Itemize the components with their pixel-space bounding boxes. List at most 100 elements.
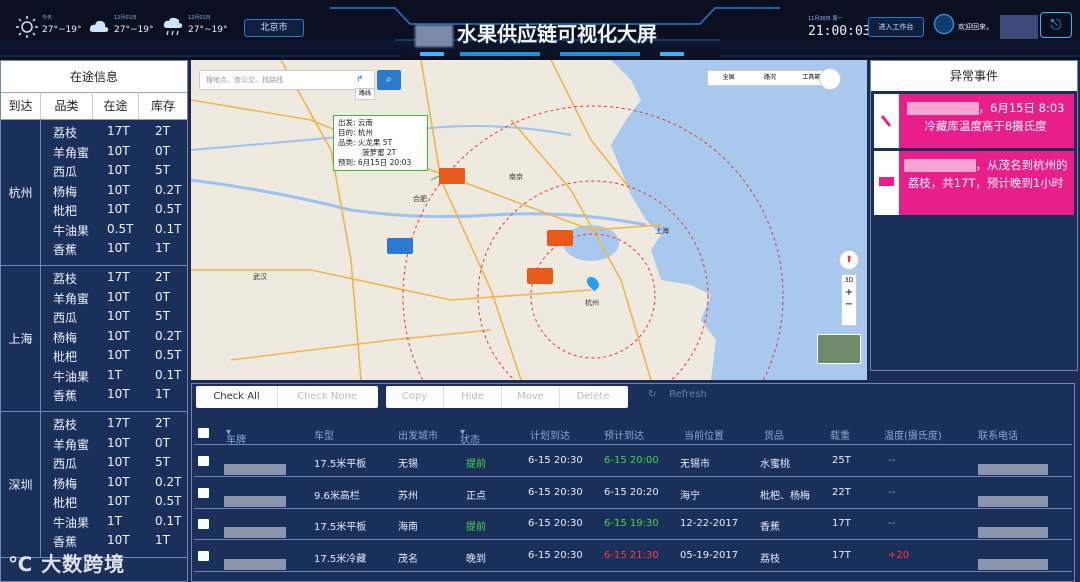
truck-icon[interactable] [527, 268, 553, 284]
row-checkbox[interactable] [198, 519, 209, 529]
map-search-box[interactable]: 搜地点、查公交、找路线 ↱ [199, 70, 375, 90]
transit-stock: 0.1T [155, 367, 182, 382]
check-all-button[interactable]: Check All [196, 386, 278, 408]
zoom-in-button[interactable]: + [842, 287, 856, 299]
transit-transit: 10T [107, 494, 130, 508]
watermark: ℃ 大数跨境 [8, 548, 125, 577]
transit-transit: 10T [107, 435, 130, 450]
transit-stock: 0.2T [155, 328, 182, 343]
transit-row: 西瓜 10T 5T [43, 309, 187, 329]
transit-cat: 香蕉 [53, 389, 78, 403]
transit-cat: 杨梅 [53, 184, 78, 199]
transit-transit: 10T [107, 474, 130, 489]
truck-icon[interactable] [439, 168, 465, 184]
transit-stock: 1T [155, 387, 170, 401]
map-label-shanghai: 上海 [655, 227, 669, 235]
hide-button[interactable]: Hide [444, 386, 502, 408]
transit-stock: 0.5T [155, 494, 182, 508]
th-plate[interactable]: 车牌 ▾ [226, 427, 246, 446]
vehicle-table-panel: Check All Check None Copy Hide Move Dele… [191, 383, 1075, 582]
map-user-icon[interactable] [819, 68, 841, 90]
table-row[interactable]: 9.6米高栏 苏州 正点 6-15 20:30 6-15 20:20 海宁 枇杷、杨梅 22T… [194, 478, 1072, 509]
transit-transit: 10T [107, 202, 130, 216]
directions-icon[interactable]: ↱ [356, 75, 364, 85]
refresh-button[interactable]: ↻ Refresh [648, 389, 707, 400]
transit-stock: 0.1T [155, 221, 182, 236]
move-button[interactable]: Move [502, 386, 560, 408]
alert-text: ，从茂名到杭州的荔枝，共17T，预计晚到1小时 [901, 156, 1070, 192]
transit-transit: 10T [107, 163, 130, 177]
transit-row: 枇杷 10T 0.5T [43, 348, 187, 368]
transit-row: 牛油果 1T 0.1T [43, 368, 187, 388]
transit-transit: 10T [107, 387, 130, 401]
popup-to: 目的: 杭州 [338, 128, 373, 137]
map-search-button[interactable]: ⌕ [377, 70, 401, 90]
cell-from: 苏州 [398, 490, 418, 502]
transit-transit: 10T [107, 241, 130, 255]
username-redaction [1000, 15, 1038, 39]
popup-from: 出发: 云南 [338, 118, 373, 127]
cell-pos: 05-19-2017 [680, 549, 739, 561]
refresh-label: Refresh [669, 389, 707, 400]
transit-row: 西瓜 10T 5T [43, 455, 187, 475]
transit-stock: 0.5T [155, 202, 182, 216]
table-row[interactable]: 17.5米平板 无锡 提前 6-15 20:30 6-15 20:00 无锡市 水蜜桃 25T… [194, 446, 1072, 477]
row-checkbox[interactable] [198, 487, 209, 498]
transit-row: 杨梅 10T 0.2T [43, 475, 187, 495]
user-avatar-icon[interactable] [934, 14, 954, 34]
map-view[interactable]: 搜地点、查公交、找路线 ↱ ⌕ 路线 全国 路况 工具箱 出发: 云南 目的: … [191, 60, 867, 380]
popup-goods: 品类: 火龙果 5T [338, 138, 393, 147]
transit-group: 杭州 荔枝 17T 2T 羊角蜜 10T 0T 西瓜 10T 5T 杨梅 10T 0.2T 枇杷 10T 0.… [1, 120, 187, 266]
group-city: 深圳 [1, 412, 41, 557]
map-3d-button[interactable]: 3D [842, 275, 856, 287]
cell-type: 17.5米平板 [314, 522, 367, 533]
th-goods: 货品 [764, 431, 784, 442]
weather-temp: 27°~19° [114, 25, 154, 35]
transit-stock: 5T [155, 163, 170, 177]
check-none-button[interactable]: Check None [278, 386, 376, 408]
alert-item[interactable]: ，6月15日 8:03 冷藏库温度高于8摄氏度 [874, 94, 1074, 148]
th-load: 载重 [830, 431, 850, 442]
select-all-checkbox[interactable] [198, 428, 209, 438]
truck-icon[interactable] [387, 238, 413, 254]
compass-icon[interactable]: ⬆ [839, 250, 859, 270]
zoom-out-button[interactable]: − [842, 299, 856, 311]
th-status[interactable]: 状态 ▾ [460, 427, 480, 446]
transit-cat: 香蕉 [53, 243, 78, 257]
transit-cat: 牛油果 [53, 223, 90, 238]
thermometer-icon [874, 94, 899, 148]
page-title: 水果供应链可视化大屏 [415, 18, 715, 47]
transit-cat: 西瓜 [53, 165, 78, 179]
truck-icon[interactable] [547, 230, 573, 246]
transit-cat: 西瓜 [53, 457, 78, 471]
th-plan: 计划到达 [530, 431, 570, 442]
city-selector[interactable]: 北京市 [244, 19, 304, 37]
group-city: 杭州 [1, 120, 41, 265]
transit-row: 杨梅 10T 0.2T [43, 329, 187, 349]
logout-icon[interactable]: ⎋ [1040, 12, 1072, 38]
transit-cat: 羊角蜜 [53, 145, 90, 160]
transit-transit: 10T [107, 455, 130, 469]
rain-icon [163, 17, 183, 36]
transit-stock: 2T [155, 270, 170, 284]
cell-plan: 6-15 20:30 [528, 455, 583, 466]
map-tool-traffic[interactable]: 路况 [749, 71, 790, 85]
alert-item[interactable]: ，从茂名到杭州的荔枝，共17T，预计晚到1小时 [874, 151, 1074, 215]
map-search-input[interactable]: 搜地点、查公交、找路线 [206, 75, 283, 85]
row-checkbox[interactable] [198, 456, 209, 466]
transit-transit: 1T [107, 367, 122, 382]
weather-date: 12月01日 [114, 15, 137, 21]
table-row[interactable]: 17.5米平板 海南 提前 6-15 20:30 6-15 19:30 12-22-201… [194, 509, 1072, 540]
table-row[interactable]: 17.5米冷藏 茂名 晚到 6-15 20:30 6-15 21:30 05-19-201… [194, 541, 1072, 572]
workbench-button[interactable]: 进入工作台 [868, 17, 924, 37]
transit-transit: 1T [107, 513, 122, 528]
row-checkbox[interactable] [198, 550, 209, 561]
cell-load: 22T [832, 486, 851, 498]
map-tool-region[interactable]: 全国 [708, 71, 749, 85]
transit-cat: 枇杷 [53, 496, 78, 510]
transit-transit: 10T [107, 328, 130, 343]
popup-eta: 预到: 6月15日 20:03 [338, 158, 412, 167]
copy-button[interactable]: Copy [386, 386, 444, 408]
delete-button[interactable]: Delete [560, 386, 626, 408]
street-view-thumbnail[interactable] [817, 334, 861, 364]
